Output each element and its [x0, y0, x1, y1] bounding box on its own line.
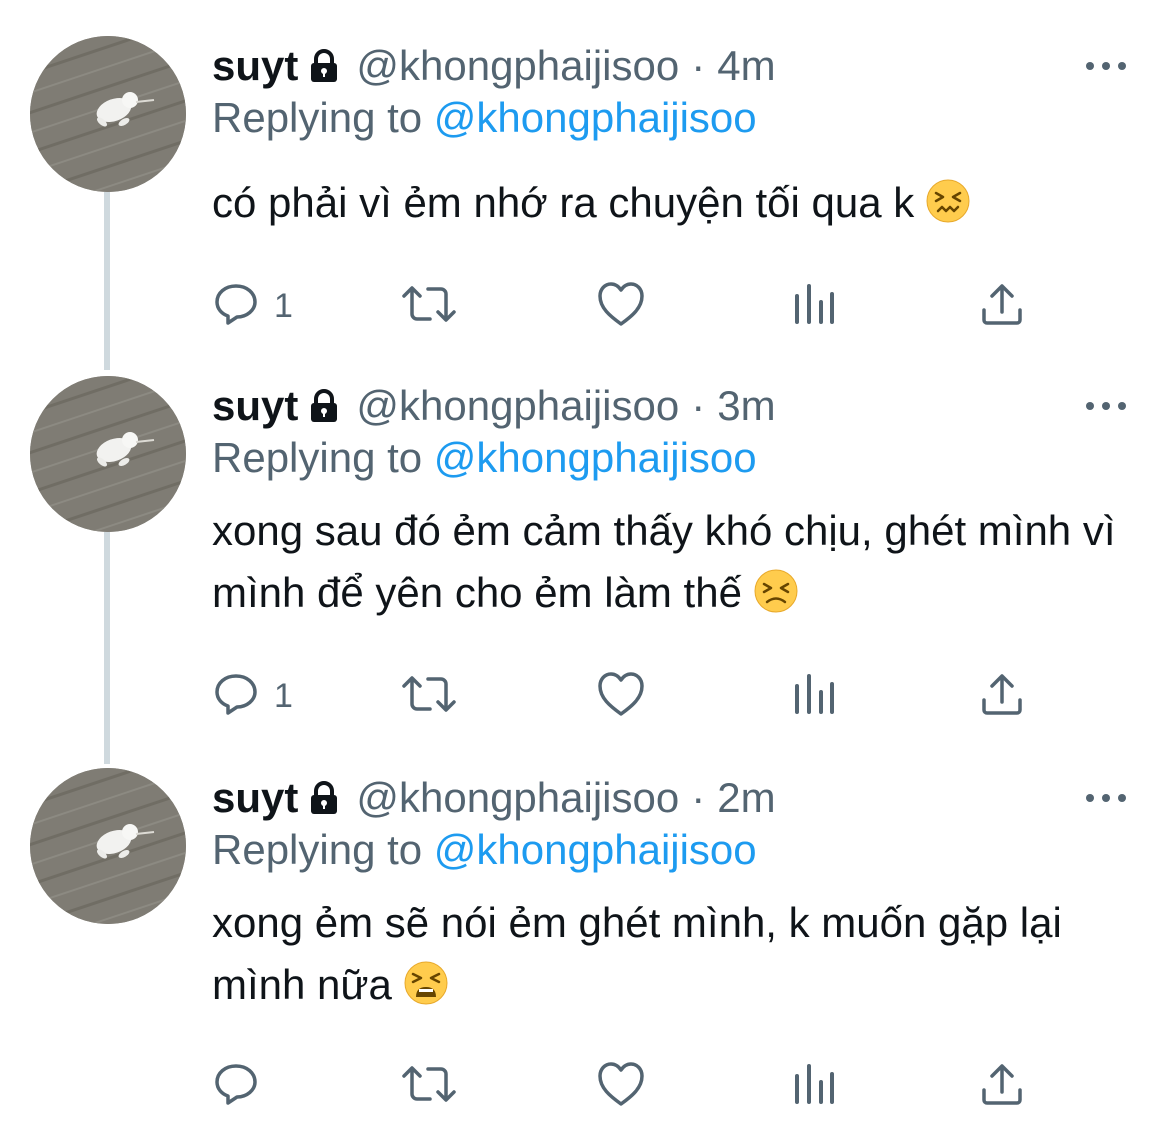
tweet-text-content: xong ẻm sẽ nói ẻm ghét mình, k muốn gặp … — [212, 899, 1062, 1008]
reply-icon — [212, 1060, 260, 1113]
tweet-actions: 1 — [212, 666, 1092, 726]
share-icon — [978, 1060, 1026, 1113]
replying-label: Replying to — [212, 434, 423, 481]
tweet-actions: 1 — [212, 276, 1092, 336]
views-button[interactable] — [792, 666, 836, 726]
emoji-weary — [404, 960, 448, 1022]
views-icon — [792, 280, 836, 333]
reply-icon — [212, 280, 260, 333]
tweet-actions — [212, 1056, 1092, 1116]
display-name[interactable]: suyt — [212, 382, 298, 430]
display-name[interactable]: suyt — [212, 774, 298, 822]
reply-icon — [212, 670, 260, 723]
separator-dot: · — [691, 382, 706, 429]
share-icon — [978, 280, 1026, 333]
lock-icon — [306, 780, 342, 816]
like-button[interactable] — [596, 666, 646, 726]
tweet-text: có phải vì ẻm nhớ ra chuyện tối qua k — [212, 172, 1132, 240]
timestamp[interactable]: 3m — [717, 382, 775, 430]
replying-to: Replying to @khongphaijisoo — [212, 826, 757, 874]
tweet-header: suyt @khongphaijisoo · 3m — [212, 376, 776, 436]
tweet-header: suyt @khongphaijisoo · 2m — [212, 768, 776, 828]
like-icon — [596, 1060, 646, 1113]
more-icon[interactable] — [1086, 780, 1126, 816]
emoji-persevering — [754, 568, 798, 630]
mention-link[interactable]: @khongphaijisoo — [434, 434, 757, 481]
retweet-icon — [400, 280, 458, 333]
replying-label: Replying to — [212, 94, 423, 141]
reply-count: 1 — [274, 286, 293, 325]
tweet-text: xong sau đó ẻm cảm thấy khó chịu, ghét m… — [212, 500, 1132, 630]
tweet-text-content: xong sau đó ẻm cảm thấy khó chịu, ghét m… — [212, 507, 1116, 616]
emoji-confounded — [926, 178, 970, 240]
avatar-image — [30, 768, 186, 924]
user-handle[interactable]: @khongphaijisoo — [356, 42, 679, 90]
reply-button[interactable]: 1 — [212, 276, 293, 336]
views-icon — [792, 670, 836, 723]
replying-to: Replying to @khongphaijisoo — [212, 94, 757, 142]
reply-button[interactable]: 1 — [212, 666, 293, 726]
tweet-header: suyt @khongphaijisoo · 4m — [212, 36, 776, 96]
retweet-icon — [400, 1060, 458, 1113]
retweet-button[interactable] — [400, 1056, 458, 1116]
timestamp[interactable]: 4m — [717, 42, 775, 90]
reply-button[interactable] — [212, 1056, 274, 1116]
tweet[interactable]: suyt @khongphaijisoo · 3m Replying to @k… — [0, 376, 1170, 756]
more-icon[interactable] — [1086, 388, 1126, 424]
timestamp[interactable]: 2m — [717, 774, 775, 822]
display-name[interactable]: suyt — [212, 42, 298, 90]
like-icon — [596, 280, 646, 333]
user-handle[interactable]: @khongphaijisoo — [356, 382, 679, 430]
reply-count: 1 — [274, 676, 293, 715]
share-icon — [978, 670, 1026, 723]
tweet-text: xong ẻm sẽ nói ẻm ghét mình, k muốn gặp … — [212, 892, 1132, 1022]
share-button[interactable] — [978, 276, 1026, 336]
views-button[interactable] — [792, 1056, 836, 1116]
lock-icon — [306, 48, 342, 84]
retweet-button[interactable] — [400, 276, 458, 336]
separator-dot: · — [691, 774, 706, 821]
avatar-image — [30, 36, 186, 192]
retweet-button[interactable] — [400, 666, 458, 726]
more-icon[interactable] — [1086, 48, 1126, 84]
views-button[interactable] — [792, 276, 836, 336]
tweet[interactable]: suyt @khongphaijisoo · 4m Replying to @k… — [0, 36, 1170, 366]
avatar-image — [30, 376, 186, 532]
like-button[interactable] — [596, 276, 646, 336]
like-button[interactable] — [596, 1056, 646, 1116]
mention-link[interactable]: @khongphaijisoo — [434, 826, 757, 873]
avatar[interactable] — [30, 768, 186, 924]
tweet[interactable]: suyt @khongphaijisoo · 2m Replying to @k… — [0, 768, 1170, 1128]
avatar[interactable] — [30, 376, 186, 532]
user-handle[interactable]: @khongphaijisoo — [356, 774, 679, 822]
replying-to: Replying to @khongphaijisoo — [212, 434, 757, 482]
tweet-text-content: có phải vì ẻm nhớ ra chuyện tối qua k — [212, 179, 915, 226]
avatar[interactable] — [30, 36, 186, 192]
retweet-icon — [400, 670, 458, 723]
lock-icon — [306, 388, 342, 424]
like-icon — [596, 670, 646, 723]
views-icon — [792, 1060, 836, 1113]
mention-link[interactable]: @khongphaijisoo — [434, 94, 757, 141]
replying-label: Replying to — [212, 826, 423, 873]
share-button[interactable] — [978, 666, 1026, 726]
separator-dot: · — [691, 42, 706, 89]
share-button[interactable] — [978, 1056, 1026, 1116]
